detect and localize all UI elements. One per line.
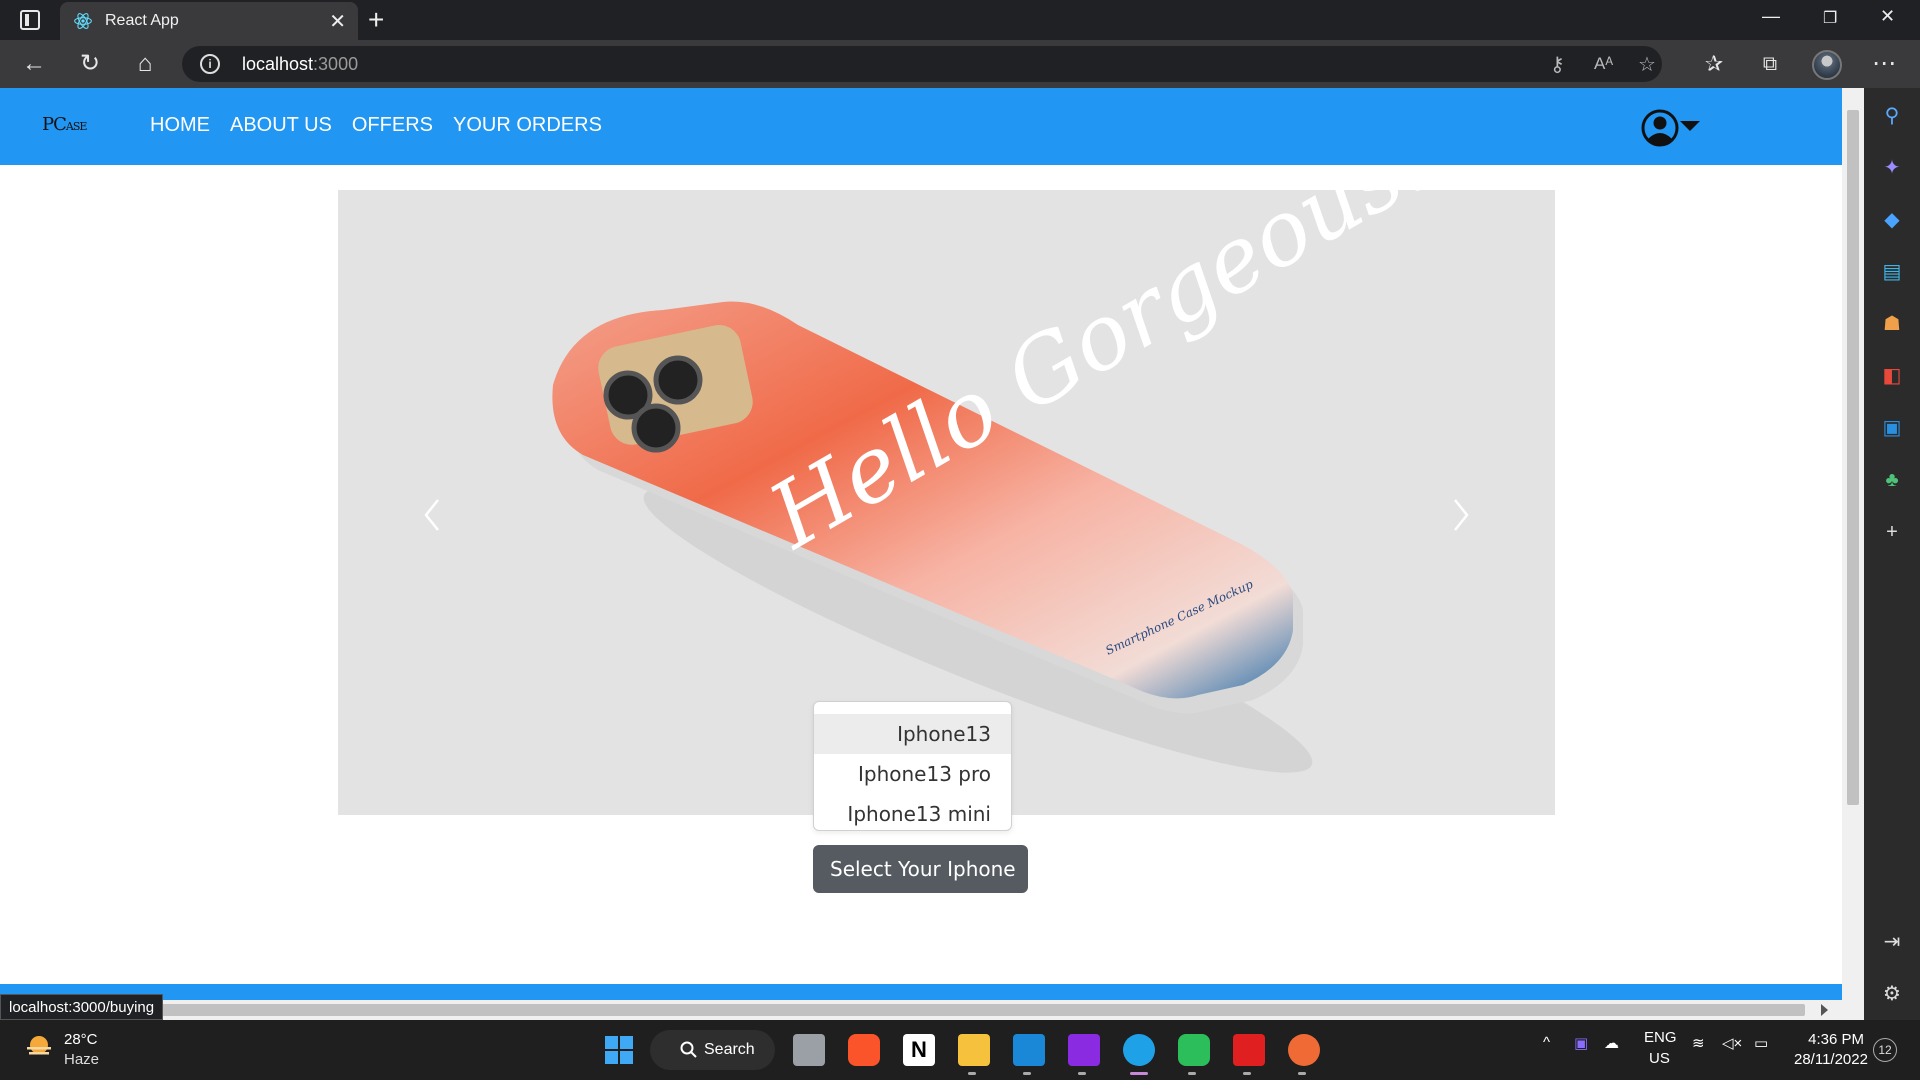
status-bar-url: localhost:3000/buying	[0, 994, 164, 1020]
show-hidden-icons-icon[interactable]: ^	[1543, 1034, 1550, 1051]
file-explorer-icon[interactable]	[958, 1034, 990, 1066]
add-favorite-icon[interactable]: ☆	[1638, 52, 1656, 77]
active-app-indicator	[1130, 1072, 1148, 1075]
weather-description[interactable]: Haze	[64, 1051, 99, 1068]
vertical-scrollbar[interactable]	[1842, 88, 1864, 1020]
running-indicator	[1188, 1072, 1196, 1075]
minimize-icon[interactable]: —	[1762, 6, 1780, 27]
back-icon[interactable]: ←	[20, 50, 48, 78]
notification-badge[interactable]: 12	[1873, 1038, 1897, 1062]
shopping-tag-icon[interactable]: ◆	[1880, 208, 1904, 232]
running-indicator	[1243, 1072, 1251, 1075]
chat-app-icon[interactable]	[1178, 1034, 1210, 1066]
dropdown-caret-icon	[832, 915, 844, 922]
tray-app-icon[interactable]: ▣	[1574, 1034, 1588, 1052]
brave-browser-icon[interactable]	[848, 1034, 880, 1066]
browser-toolbar: ← ↻ ⌂ i localhost:3000 ⚷ Aᴬ ☆ ✰ ⧉ ⋯	[0, 40, 1920, 88]
nav-links: HOME ABOUT US OFFERS YOUR ORDERS	[150, 114, 602, 137]
nav-offers[interactable]: OFFERS	[352, 114, 433, 137]
language-bottom[interactable]: US	[1649, 1050, 1670, 1067]
nav-about-us[interactable]: ABOUT US	[230, 114, 332, 137]
language-top[interactable]: ENG	[1644, 1029, 1677, 1046]
battery-icon[interactable]: ▭	[1754, 1034, 1768, 1052]
key-icon[interactable]: ⚷	[1550, 52, 1565, 77]
taskbar-search-label: Search	[704, 1041, 755, 1058]
search-icon[interactable]: ⚲	[1880, 104, 1904, 128]
copilot-icon[interactable]: ✦	[1880, 156, 1904, 180]
dropdown-item-iphone13-pro[interactable]: Iphone13 pro	[814, 754, 1011, 794]
url-text: localhost:3000	[242, 54, 359, 74]
profile-avatar[interactable]	[1812, 50, 1842, 80]
vertical-scroll-thumb[interactable]	[1847, 110, 1859, 805]
read-aloud-icon[interactable]: Aᴬ	[1594, 54, 1613, 74]
running-indicator	[968, 1072, 976, 1075]
nav-home[interactable]: HOME	[150, 114, 210, 137]
window-close-icon[interactable]: ✕	[1880, 6, 1895, 27]
address-bar[interactable]: i localhost:3000 ⚷ Aᴬ ☆	[182, 46, 1662, 82]
site-navbar: PCASE HOME ABOUT US OFFERS YOUR ORDERS	[0, 88, 1842, 165]
carousel-next-icon[interactable]	[1445, 495, 1475, 535]
dropdown-item-iphone13[interactable]: Iphone13	[814, 714, 1011, 754]
task-view-icon[interactable]	[793, 1034, 825, 1066]
user-menu-caret-icon[interactable]	[1680, 121, 1700, 131]
tools-icon[interactable]: ▤	[1880, 260, 1904, 284]
favorites-icon[interactable]: ✰	[1700, 50, 1728, 78]
postman-icon[interactable]	[1288, 1034, 1320, 1066]
dropdown-item-iphone13-mini[interactable]: Iphone13 mini	[814, 794, 1011, 834]
weather-haze-icon[interactable]	[24, 1032, 54, 1062]
clock-date[interactable]: 28/11/2022	[1794, 1051, 1868, 1068]
restore-icon[interactable]: ❐	[1823, 8, 1837, 28]
footer-strip	[0, 984, 1842, 1000]
collections-icon[interactable]: ⧉	[1756, 50, 1784, 78]
running-indicator	[1298, 1072, 1306, 1075]
home-icon[interactable]: ⌂	[131, 50, 159, 78]
page-viewport: PCASE HOME ABOUT US OFFERS YOUR ORDERS H…	[0, 88, 1842, 1020]
tree-icon[interactable]: ♣	[1880, 468, 1904, 492]
nav-your-orders[interactable]: YOUR ORDERS	[453, 114, 602, 137]
running-indicator	[1023, 1072, 1031, 1075]
new-tab-icon[interactable]: +	[368, 4, 384, 36]
wifi-icon[interactable]: ≋	[1692, 1034, 1705, 1052]
office-icon[interactable]: ◧	[1880, 364, 1904, 388]
user-account-icon[interactable]	[1640, 108, 1680, 148]
search-icon	[680, 1041, 697, 1058]
react-logo-icon	[74, 13, 92, 29]
add-sidebar-app-icon[interactable]: +	[1880, 520, 1904, 544]
edge-sidebar: ⚲ ✦ ◆ ▤ ☗ ◧ ▣ ♣ + ⇥ ⚙	[1864, 88, 1920, 1020]
sidebar-settings-icon[interactable]: ⚙	[1880, 982, 1904, 1006]
scroll-right-icon[interactable]	[1821, 1004, 1828, 1016]
site-info-icon[interactable]: i	[200, 54, 220, 74]
notion-icon[interactable]: N	[903, 1034, 935, 1066]
carousel-prev-icon[interactable]	[418, 495, 448, 535]
windows-taskbar: 28°C Haze Search N ^ ▣ ☁ ENG US ≋ ◁× ▭ 4…	[0, 1020, 1920, 1080]
close-tab-icon[interactable]: ✕	[329, 9, 346, 34]
refresh-icon[interactable]: ↻	[76, 50, 104, 78]
horizontal-scroll-thumb[interactable]	[160, 1004, 1805, 1016]
select-iphone-button[interactable]: Select Your Iphone	[813, 845, 1028, 922]
vscode-icon[interactable]	[1013, 1034, 1045, 1066]
weather-temperature[interactable]: 28°C	[64, 1031, 98, 1048]
onedrive-icon[interactable]: ☁	[1604, 1034, 1619, 1052]
browser-tab[interactable]: React App ✕	[60, 2, 358, 40]
running-indicator	[1078, 1072, 1086, 1075]
more-options-icon[interactable]: ⋯	[1870, 50, 1898, 78]
pdf-reader-icon[interactable]	[1233, 1034, 1265, 1066]
iphone-dropdown-menu: Iphone13 Iphone13 pro Iphone13 mini	[813, 701, 1012, 831]
browser-tab-bar: React App ✕ + — ❐ ✕	[0, 0, 1920, 40]
clock-time[interactable]: 4:36 PM	[1794, 1031, 1864, 1048]
volume-muted-icon[interactable]: ◁×	[1722, 1034, 1742, 1052]
outlook-icon[interactable]: ▣	[1880, 416, 1904, 440]
taskbar-search[interactable]: Search	[650, 1030, 775, 1070]
brand-logo[interactable]: PCASE	[42, 114, 87, 135]
games-icon[interactable]: ☗	[1880, 312, 1904, 336]
tab-title: React App	[105, 12, 179, 29]
horizontal-scrollbar[interactable]	[0, 1000, 1842, 1020]
edge-browser-icon[interactable]	[1123, 1034, 1155, 1066]
tab-actions-icon[interactable]	[20, 10, 40, 30]
windows-start-icon[interactable]	[603, 1034, 635, 1066]
intellij-icon[interactable]	[1068, 1034, 1100, 1066]
hide-sidebar-icon[interactable]: ⇥	[1880, 930, 1904, 954]
